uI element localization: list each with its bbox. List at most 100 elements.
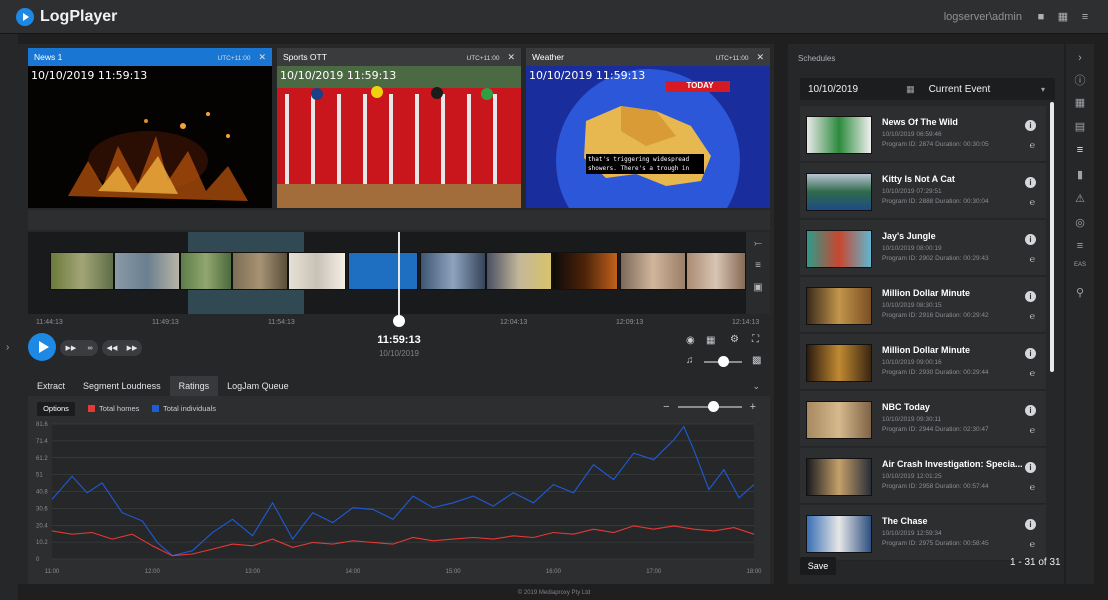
program-thumbnail[interactable] [806,287,872,325]
settings-sliders-icon[interactable]: ≡ [1078,10,1092,24]
schedule-item[interactable]: Million Dollar Minute 10/10/2019 08:30:15… [800,277,1046,333]
chevron-right-icon[interactable]: › [1066,52,1094,64]
bookmark-icon[interactable]: ▮ [1066,168,1094,181]
program-thumbnail[interactable] [806,230,872,268]
chat-icon[interactable]: ■ [1034,10,1048,24]
play-button[interactable] [28,333,56,361]
video-frame[interactable]: 10/10/2019 11:59:13 TODAY that's trigger… [526,66,770,208]
program-thumbnail[interactable] [806,173,872,211]
schedule-item[interactable]: Jay's Jungle 10/10/2019 08:00:19 Program I… [800,220,1046,276]
fingerprint-icon[interactable]: ◎ [1066,216,1094,229]
tab-segment-loudness[interactable]: Segment Loudness [74,376,170,396]
marker-icon[interactable]: ℮ [1030,140,1035,150]
thumbnail[interactable] [114,252,180,290]
camera-icon[interactable]: ◉ [686,335,695,346]
playhead-handle[interactable] [393,315,405,327]
caret-down-icon[interactable]: ▾ [1041,85,1045,94]
marker-icon[interactable]: ℮ [1030,254,1035,264]
thumbnail[interactable] [486,252,552,290]
video-panel-sports-ott[interactable]: Sports OTT UTC+11:00 ✕ 10/10/2019 11:59:1… [277,48,521,208]
schedule-item[interactable]: NBC Today 10/10/2019 09:30:11 Program ID: … [800,391,1046,447]
marker-icon[interactable]: ℮ [1030,311,1035,321]
schedule-date[interactable]: 10/10/2019 [808,84,858,95]
program-thumbnail[interactable] [806,401,872,439]
info-icon[interactable]: i [1025,405,1036,416]
close-icon[interactable]: ✕ [507,52,515,62]
ratings-chart[interactable]: 81.6 71.4 61.2 51 40.8 30.6 20.4 10.2 0 11:00 12:0… [28,396,770,584]
user-label[interactable]: logserver\admin [944,11,1022,23]
drag-handle-icon[interactable]: ⤚ [746,238,770,254]
thumbnail[interactable] [348,252,418,290]
marker-icon[interactable]: ℮ [1030,425,1035,435]
calendar-icon[interactable]: ▦ [906,84,915,95]
video-frame[interactable]: 10/10/2019 11:59:13 [277,66,521,208]
closed-caption-icon[interactable]: ▦ [706,335,715,346]
video-header[interactable]: Weather UTC+11:00 ✕ [526,48,770,66]
marker-icon[interactable]: ℮ [1030,539,1035,549]
thumbnail[interactable] [232,252,288,290]
audio-meter-icon[interactable]: ▩ [752,355,761,366]
video-header[interactable]: News 1 UTC+11:00 ✕ [28,48,272,66]
marker-icon[interactable]: ℮ [1030,482,1035,492]
thumbnail[interactable] [288,252,346,290]
tab-extract[interactable]: Extract [28,376,74,396]
info-icon[interactable]: i [1025,177,1036,188]
step-forward-icon[interactable]: ▶▶ [127,344,138,352]
chevron-down-icon[interactable]: ⌄ [752,381,760,392]
info-icon[interactable]: i [1025,291,1036,302]
volume-slider-knob[interactable] [718,356,729,367]
tab-logjam-queue[interactable]: LogJam Queue [218,376,298,396]
video-panel-news1[interactable]: News 1 UTC+11:00 ✕ 10/10/2019 11:59:13 [28,48,272,208]
schedule-item[interactable]: Million Dollar Minute 10/10/2019 09:00:16… [800,334,1046,390]
thumbnail[interactable] [180,252,232,290]
info-icon[interactable]: ⓘ [1066,72,1094,88]
info-icon[interactable]: i [1025,120,1036,131]
schedule-date-picker[interactable]: 10/10/2019 ▦ Current Event ▾ [800,78,1055,100]
program-thumbnail[interactable] [806,344,872,382]
schedule-item[interactable]: Kitty Is Not A Cat 10/10/2019 07:29:51 Pro… [800,163,1046,219]
step-back-icon[interactable]: ◀◀ [107,344,118,352]
search-icon[interactable]: ⚲ [1066,286,1094,299]
info-icon[interactable]: i [1025,519,1036,530]
thumbnail[interactable] [620,252,686,290]
marker-icon[interactable]: ℮ [1030,197,1035,207]
schedule-mode[interactable]: Current Event [929,84,991,95]
video-panel-weather[interactable]: Weather UTC+11:00 ✕ 10/10/2019 11:59:13 T… [526,48,770,208]
info-icon[interactable]: i [1025,348,1036,359]
warning-icon[interactable]: ⚠ [1066,192,1094,205]
list-icon[interactable]: ≡ [746,260,770,276]
info-icon[interactable]: i [1025,462,1036,473]
video-frame[interactable]: 10/10/2019 11:59:13 [28,66,272,208]
playhead-line[interactable] [398,232,400,322]
schedule-item[interactable]: News Of The Wild 10/10/2019 06:59:46 Progr… [800,106,1046,162]
tab-ratings[interactable]: Ratings [169,376,219,396]
save-button[interactable]: Save [800,557,836,575]
thumbnail[interactable] [420,252,486,290]
grid-icon[interactable]: ▦ [1056,10,1070,24]
gear-icon[interactable]: ⚙ [730,334,739,345]
program-thumbnail[interactable] [806,515,872,553]
fast-forward-icon[interactable]: ▶▶ [66,344,77,352]
volume-icon[interactable]: ♫ [686,355,694,366]
left-collapse-strip[interactable]: › [0,34,18,600]
app-logo[interactable]: LogPlayer [16,7,117,26]
speed-icon[interactable]: ∞ [87,345,92,352]
close-icon[interactable]: ✕ [756,52,764,62]
volume-slider[interactable] [704,356,742,367]
program-thumbnail[interactable] [806,116,872,154]
thumbnail[interactable] [686,252,746,290]
schedule-scrollbar[interactable] [1050,102,1054,372]
thumbnail[interactable] [50,252,114,290]
cc-settings-icon[interactable]: ▤ [1066,120,1094,133]
fullscreen-icon[interactable]: ⛶ [752,334,759,345]
thumbnail-strip[interactable] [28,232,746,314]
image-icon[interactable]: ▣ [746,282,770,298]
video-header[interactable]: Sports OTT UTC+11:00 ✕ [277,48,521,66]
schedule-item[interactable]: Air Crash Investigation: Specia... 10/10/… [800,448,1046,504]
schedule-list-icon[interactable]: ≡ [1066,144,1094,156]
marker-icon[interactable]: ℮ [1030,368,1035,378]
chevron-right-icon[interactable]: › [6,342,9,353]
schedule-item[interactable]: The Chase 10/10/2019 12:59:34 Program ID: … [800,505,1046,561]
close-icon[interactable]: ✕ [258,52,266,62]
cc-icon[interactable]: ▦ [1066,96,1094,109]
